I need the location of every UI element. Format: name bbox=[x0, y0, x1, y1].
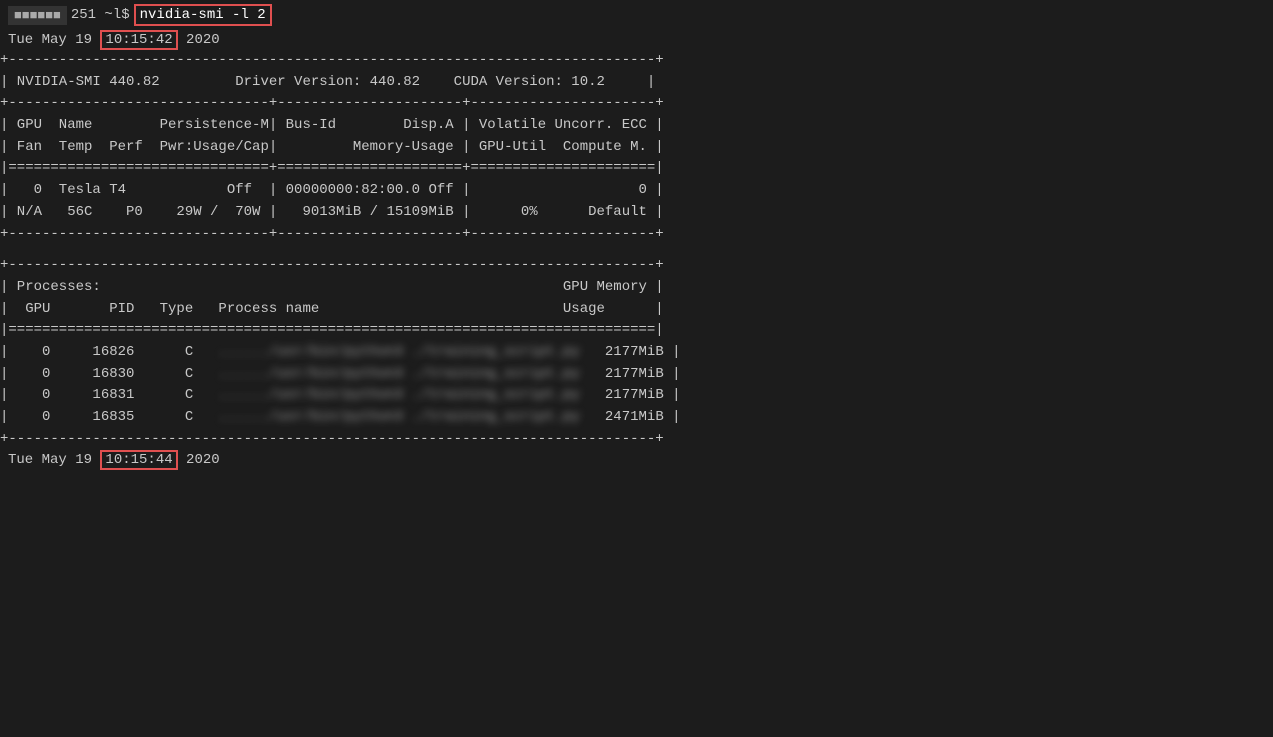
command-highlight: nvidia-smi -l 2 bbox=[134, 4, 272, 26]
proc-bot-sep: +---------------------------------------… bbox=[0, 429, 1273, 451]
smi-top-sep: +---------------------------------------… bbox=[0, 50, 1273, 72]
smi-header: | NVIDIA-SMI 440.82 Driver Version: 440.… bbox=[0, 72, 1273, 94]
proc-row-3: | 0 16831 C ....../usr/bin/python3 ./tra… bbox=[0, 385, 1273, 407]
smi-bot-sep: +-------------------------------+-------… bbox=[0, 224, 1273, 246]
timestamp-line-1: Tue May 19 10:15:42 2020 bbox=[0, 30, 1273, 50]
proc-name-2: ....../usr/bin/python3 ./training_script… bbox=[218, 366, 579, 382]
smi-col-header2: | Fan Temp Perf Pwr:Usage/Cap| Memory-Us… bbox=[0, 137, 1273, 159]
smi-gpu-row2: | N/A 56C P0 29W / 70W | 9013MiB / 15109… bbox=[0, 202, 1273, 224]
prompt-line: ■■■■■■ 251 ~l$ nvidia-smi -l 2 bbox=[0, 0, 1273, 30]
proc-row-4: | 0 16835 C ....../usr/bin/python3 ./tra… bbox=[0, 407, 1273, 429]
proc-double-sep: |=======================================… bbox=[0, 320, 1273, 342]
prompt-number: 251 ~l$ bbox=[71, 7, 130, 23]
smi-sep1: +-------------------------------+-------… bbox=[0, 93, 1273, 115]
timestamp-line-2: Tue May 19 10:15:44 2020 bbox=[0, 450, 1273, 470]
timestamp2-prefix: Tue May 19 bbox=[8, 452, 92, 468]
smi-gpu-row1: | 0 Tesla T4 Off | 00000000:82:00.0 Off … bbox=[0, 180, 1273, 202]
timestamp2-time: 10:15:44 bbox=[100, 450, 177, 470]
prompt-user: ■■■■■■ bbox=[8, 6, 67, 25]
proc-row-1: | 0 16826 C ....../usr/bin/python3 ./tra… bbox=[0, 342, 1273, 364]
timestamp2-suffix: 2020 bbox=[186, 452, 220, 468]
terminal-window: ■■■■■■ 251 ~l$ nvidia-smi -l 2 Tue May 1… bbox=[0, 0, 1273, 737]
smi-double-sep: |===============================+=======… bbox=[0, 158, 1273, 180]
proc-row-2: | 0 16830 C ....../usr/bin/python3 ./tra… bbox=[0, 364, 1273, 386]
proc-name-3: ....../usr/bin/python3 ./training_script… bbox=[218, 387, 579, 403]
proc-header: | Processes: GPU Memory | bbox=[0, 277, 1273, 299]
smi-col-header1: | GPU Name Persistence-M| Bus-Id Disp.A … bbox=[0, 115, 1273, 137]
timestamp1-prefix: Tue May 19 bbox=[8, 32, 92, 48]
timestamp1-suffix: 2020 bbox=[186, 32, 220, 48]
proc-top-sep: +---------------------------------------… bbox=[0, 255, 1273, 277]
timestamp1-time: 10:15:42 bbox=[100, 30, 177, 50]
proc-name-4: ....../usr/bin/python3 ./training_script… bbox=[218, 409, 579, 425]
proc-col-header: | GPU PID Type Process name Usage | bbox=[0, 299, 1273, 321]
proc-name-1: ....../usr/bin/python3 ./training_script… bbox=[218, 344, 579, 360]
